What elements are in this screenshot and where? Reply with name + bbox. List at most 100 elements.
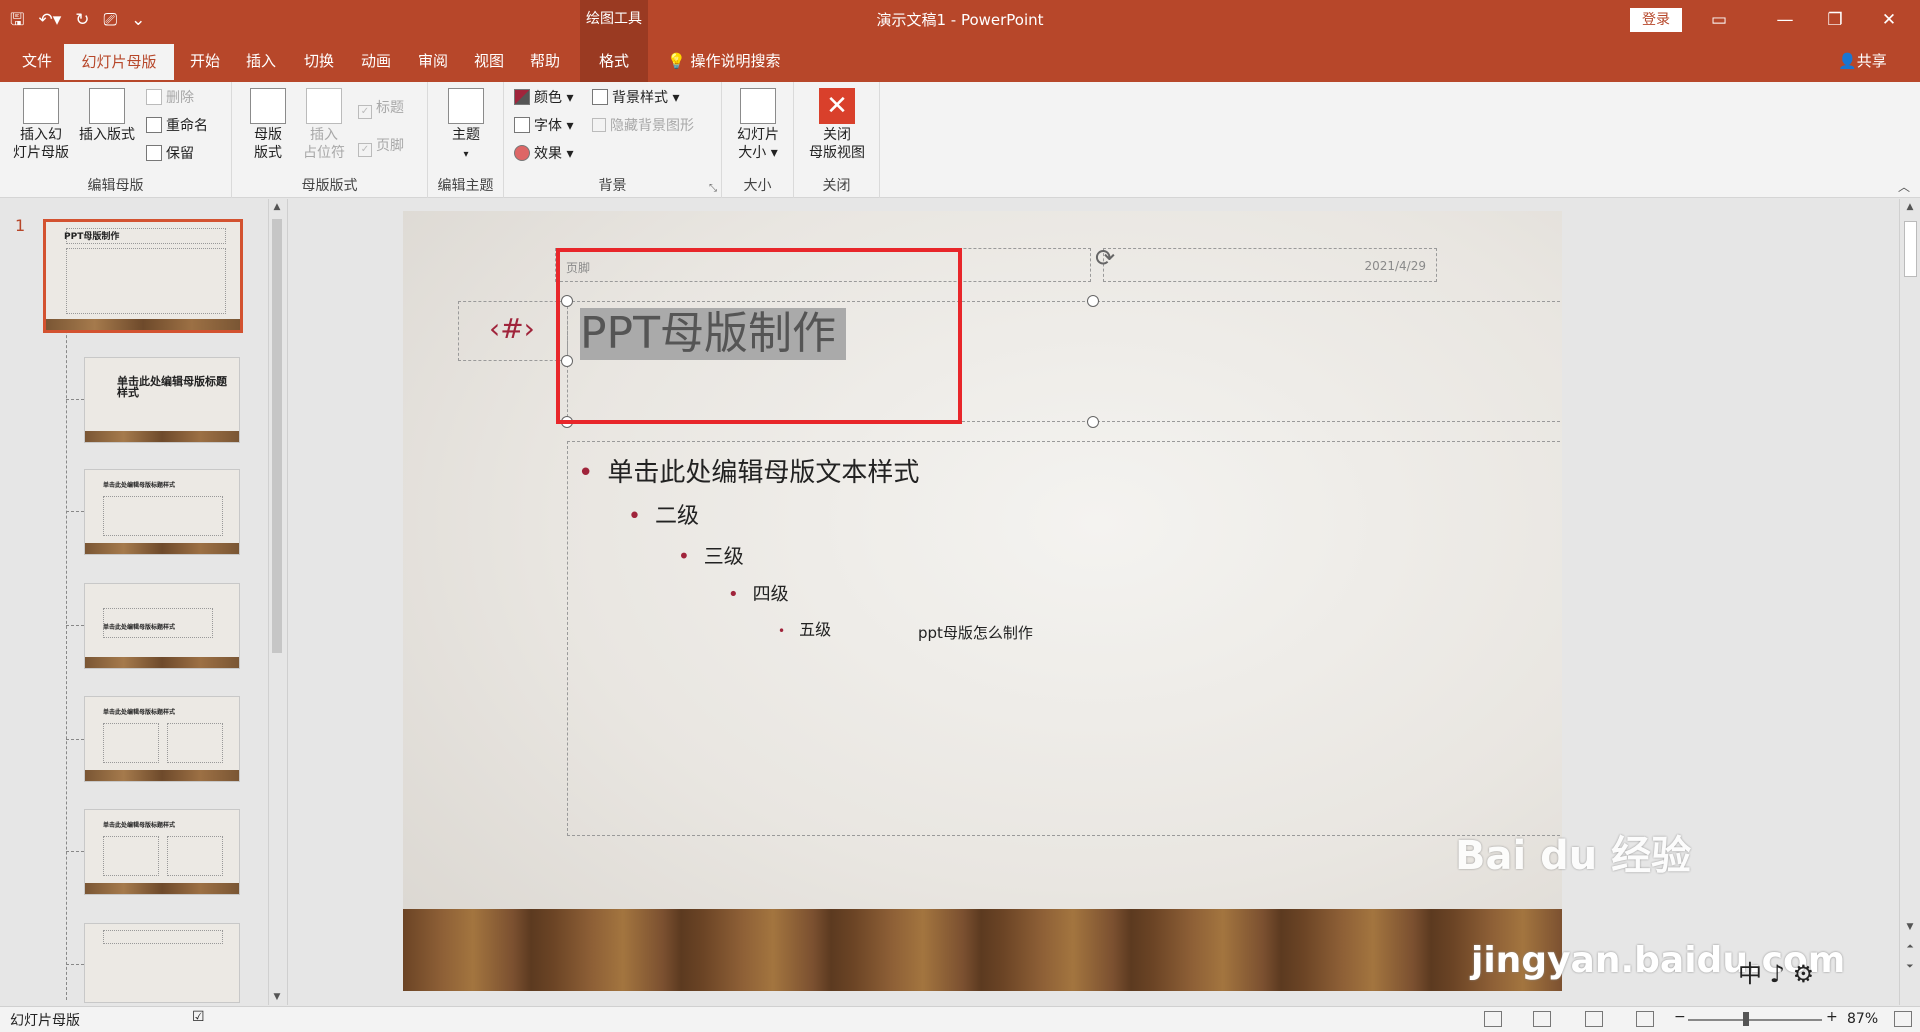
editor-scrollbar[interactable]: ▲ ▼ ⏶ ⏷ — [1899, 199, 1920, 1005]
thumbnail-title: 单击此处编辑母版标题样式 — [117, 375, 227, 399]
normal-view-icon[interactable] — [1484, 1011, 1502, 1027]
undo-icon[interactable]: ↶▾ — [38, 4, 61, 36]
tab-format[interactable]: 格式 — [580, 40, 648, 82]
resize-handle[interactable] — [1087, 416, 1099, 428]
login-button[interactable]: 登录 — [1630, 8, 1682, 32]
scroll-up-icon[interactable]: ▲ — [1902, 199, 1918, 215]
title-placeholder[interactable]: PPT母版制作 — [567, 301, 1562, 422]
slide-master-icon — [23, 88, 59, 124]
rename-icon — [146, 117, 162, 133]
body-placeholder[interactable]: • 单击此处编辑母版文本样式 • 二级 • 三级 • 四级 • 五级 ppt母版怎么制作 — [567, 441, 1562, 836]
tab-home[interactable]: 开始 — [180, 40, 230, 82]
slide-number-placeholder[interactable]: ‹#› — [458, 301, 568, 361]
scroll-thumb[interactable] — [272, 219, 282, 653]
zoom-in-icon[interactable]: + — [1826, 1009, 1838, 1025]
slide-sorter-icon[interactable] — [1533, 1011, 1551, 1027]
scroll-down-icon[interactable]: ▼ — [1902, 919, 1918, 935]
slide-number-text: ‹#› — [489, 312, 535, 345]
insert-slide-master-button[interactable]: 插入幻 灯片母版 — [8, 88, 74, 162]
save-icon[interactable]: 🖫 — [10, 4, 24, 36]
tell-me-search[interactable]: 💡 操作说明搜索 — [667, 40, 780, 82]
delete-icon — [146, 89, 162, 105]
resize-handle[interactable] — [561, 416, 573, 428]
reading-view-icon[interactable] — [1585, 1011, 1603, 1027]
ime-indicator[interactable]: 中 ♪ ⚙ — [1738, 954, 1814, 989]
insert-placeholder-button[interactable]: 插入 占位符 — [294, 88, 354, 162]
zoom-slider-knob[interactable] — [1743, 1012, 1749, 1026]
close-icon[interactable]: ✕ — [1866, 0, 1912, 40]
background-styles-button[interactable]: 背景样式 ▾ — [592, 88, 679, 108]
effects-button[interactable]: 效果 ▾ — [514, 144, 573, 164]
tab-transitions[interactable]: 切换 — [294, 40, 344, 82]
status-bar: 幻灯片母版 ☑ − + 87% — [0, 1006, 1920, 1032]
thumbnail-layout[interactable]: 单击此处编辑母版标题样式 — [84, 469, 240, 555]
title-bar: 🖫 ↶▾ ↻ ⎚ ⌄ 绘图工具 演示文稿1 - PowerPoint 登录 ▭ … — [0, 0, 1920, 40]
tab-view[interactable]: 视图 — [464, 40, 514, 82]
insert-layout-button[interactable]: 插入版式 — [74, 88, 140, 144]
scroll-up-icon[interactable]: ▲ — [269, 199, 285, 215]
bullet-level-4: • 四级 — [728, 584, 789, 605]
redo-icon[interactable]: ↻ — [75, 4, 89, 36]
rotate-handle-icon[interactable]: ⟳ — [1095, 244, 1115, 272]
footer-placeholder[interactable]: 页脚 — [555, 248, 1091, 282]
close-master-view-button[interactable]: ✕ 关闭 母版视图 — [798, 88, 876, 162]
zoom-out-icon[interactable]: − — [1674, 1009, 1686, 1025]
next-slide-icon[interactable]: ⏷ — [1902, 959, 1918, 975]
customize-icon[interactable]: ⌄ — [131, 4, 145, 36]
lightbulb-icon: 💡 — [667, 52, 691, 70]
fit-slide-icon[interactable] — [1894, 1011, 1912, 1027]
scroll-thumb[interactable] — [1904, 221, 1917, 277]
ribbon-display-icon[interactable]: ▭ — [1696, 0, 1742, 40]
thumbnail-layout[interactable] — [84, 923, 240, 1003]
thumbnail-master[interactable]: PPT母版制作 — [43, 219, 243, 333]
preserve-button[interactable]: 保留 — [146, 144, 194, 164]
thumbnail-layout[interactable]: 单击此处编辑母版标题样式 — [84, 696, 240, 782]
tab-file[interactable]: 文件 — [10, 40, 64, 82]
scroll-down-icon[interactable]: ▼ — [269, 989, 285, 1005]
tab-insert[interactable]: 插入 — [236, 40, 286, 82]
thumbnail-layout[interactable]: 单击此处编辑母版标题样式 — [84, 809, 240, 895]
tab-help[interactable]: 帮助 — [520, 40, 570, 82]
slide-size-icon — [740, 88, 776, 124]
thumbnail-layout[interactable]: 单击此处编辑母版标题样式 — [84, 357, 240, 443]
tab-animations[interactable]: 动画 — [351, 40, 401, 82]
tab-slide-master[interactable]: 幻灯片母版 — [64, 44, 174, 82]
zoom-level[interactable]: 87% — [1847, 1011, 1878, 1027]
slide-size-button[interactable]: 幻灯片 大小 ▾ — [728, 88, 788, 162]
dialog-launcher-icon[interactable]: ⤡ — [709, 183, 717, 194]
fonts-button[interactable]: 字体 ▾ — [514, 116, 573, 136]
footer-checkbox[interactable]: ✓ 页脚 — [358, 136, 404, 157]
theme-button[interactable]: 主题 ▾ — [442, 88, 490, 164]
restore-icon[interactable]: ❐ — [1812, 0, 1858, 40]
layout-icon — [89, 88, 125, 124]
accessibility-icon[interactable]: ☑ — [192, 1009, 205, 1025]
minimize-icon[interactable]: — — [1762, 0, 1808, 40]
colors-button[interactable]: 颜色 ▾ — [514, 88, 573, 108]
share-button[interactable]: 👤共享 — [1838, 40, 1887, 82]
title-checkbox[interactable]: ✓ 标题 — [358, 98, 404, 119]
group-master-layout: 母版 版式 插入 占位符 ✓ 标题 ✓ 页脚 母版版式 — [232, 82, 428, 198]
slideshow-icon[interactable] — [1636, 1011, 1654, 1027]
previous-slide-icon[interactable]: ⏶ — [1902, 939, 1918, 955]
slide-canvas[interactable]: 页脚 2021/4/29 ‹#› PPT母版制作 ⟳ • 单击此处编辑母版文本样式… — [403, 211, 1562, 991]
master-layout-button[interactable]: 母版 版式 — [244, 88, 292, 162]
quick-access-toolbar: 🖫 ↶▾ ↻ ⎚ ⌄ — [10, 4, 145, 36]
delete-button[interactable]: 删除 — [146, 88, 194, 108]
thumbnail-scrollbar[interactable]: ▲ ▼ — [268, 199, 284, 1005]
date-placeholder[interactable]: 2021/4/29 — [1103, 248, 1437, 282]
footer-text: 页脚 — [566, 261, 591, 275]
thumbnail-title: PPT母版制作 — [64, 232, 120, 242]
hide-background-checkbox[interactable]: 隐藏背景图形 — [592, 116, 694, 136]
zoom-slider[interactable] — [1688, 1019, 1822, 1021]
thumbnail-layout[interactable]: 单击此处编辑母版标题样式 — [84, 583, 240, 669]
title-text[interactable]: PPT母版制作 — [580, 308, 846, 360]
group-label: 关闭 — [822, 178, 851, 194]
group-close: ✕ 关闭 母版视图 关闭 — [794, 82, 880, 198]
rename-button[interactable]: 重命名 — [146, 116, 208, 136]
resize-handle[interactable] — [561, 295, 573, 307]
collapse-ribbon-icon[interactable]: ︿ — [1898, 178, 1910, 195]
present-icon[interactable]: ⎚ — [104, 4, 118, 36]
resize-handle[interactable] — [1087, 295, 1099, 307]
resize-handle[interactable] — [561, 355, 573, 367]
tab-review[interactable]: 审阅 — [408, 40, 458, 82]
